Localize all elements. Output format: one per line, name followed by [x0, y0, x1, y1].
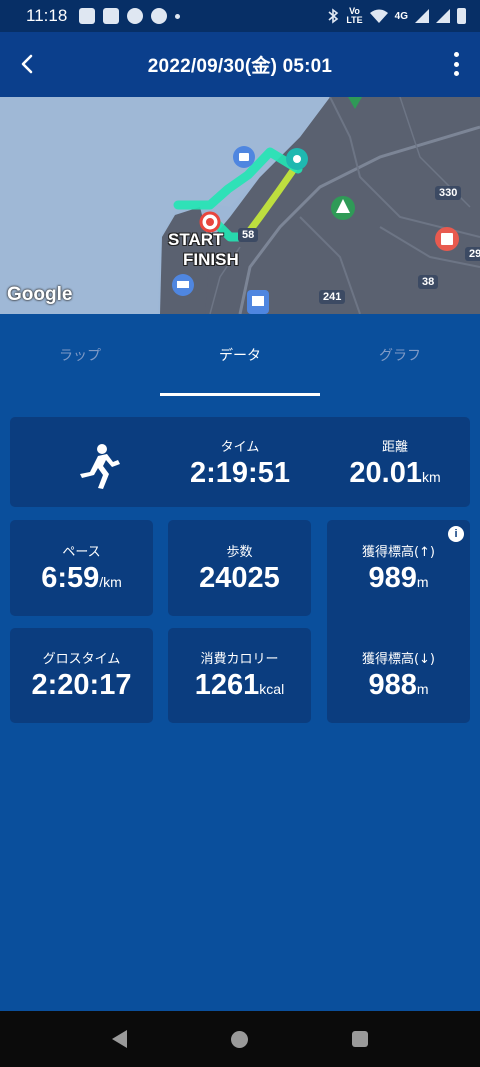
elevation-down-value: 988m — [327, 669, 470, 702]
park-pin-icon — [331, 196, 355, 220]
cart-pin-icon — [172, 274, 194, 296]
elevation-down-unit: m — [416, 681, 429, 697]
google-logo: Google — [7, 284, 73, 305]
distance-number: 20.01 — [349, 457, 422, 489]
distance-label: 距離 — [381, 440, 408, 455]
more-vert-icon[interactable] — [452, 52, 460, 76]
calories-unit: kcal — [259, 681, 285, 697]
nav-home-icon[interactable] — [231, 1030, 248, 1048]
shopping-pin-icon — [233, 146, 255, 168]
pace-card: ペース 6:59/km — [10, 520, 153, 616]
battery-icon — [457, 8, 466, 24]
steps-card: 歩数 24025 — [168, 520, 311, 616]
system-nav-bar — [0, 1011, 480, 1067]
tab-graph[interactable]: グラフ — [320, 314, 480, 396]
chevron-left-icon[interactable] — [14, 50, 42, 78]
start-label: START — [168, 230, 224, 249]
distance-unit: km — [421, 469, 441, 485]
elevation-up-unit: m — [416, 574, 429, 590]
steps-value: 24025 — [199, 562, 280, 594]
distance-value: 20.01km — [320, 457, 470, 490]
tab-laps[interactable]: ラップ — [0, 314, 160, 396]
pace-unit: /km — [99, 574, 122, 590]
bus-pin-icon — [247, 290, 269, 314]
pace-number: 6:59 — [41, 562, 100, 594]
road-label: 38 — [418, 275, 439, 289]
calories-card: 消費カロリー 1261kcal — [168, 628, 311, 723]
hospital-pin-icon — [435, 227, 459, 251]
volte-bottom: LTE — [346, 15, 363, 25]
signal-icon — [415, 9, 429, 23]
network-type: 4G — [394, 10, 408, 22]
runner-icon — [80, 444, 120, 489]
elevation-up-value: 989m — [327, 562, 470, 595]
road-label: 58 — [238, 228, 259, 242]
facebook-icon — [103, 8, 120, 24]
bluetooth-icon — [328, 8, 339, 24]
tab-data[interactable]: データ — [160, 314, 320, 396]
nav-recents-icon[interactable] — [352, 1031, 368, 1047]
page-title: 2022/09/30(金) 05:01 — [147, 56, 333, 77]
elevation-down-number: 988 — [368, 669, 417, 701]
calories-number: 1261 — [194, 669, 260, 701]
time-label: タイム — [220, 440, 260, 455]
nav-back-icon[interactable] — [112, 1030, 127, 1048]
gross-time-value: 2:20:17 — [31, 669, 132, 701]
summary-card: タイム 2:19:51 距離 20.01km — [10, 417, 470, 507]
gross-time-label: グロスタイム — [42, 652, 121, 667]
pace-value: 6:59/km — [10, 562, 153, 595]
elevation-up-number: 989 — [368, 562, 417, 594]
status-bar: 11:18 Vo LTE 4G — [0, 0, 480, 32]
gross-time-card: グロスタイム 2:20:17 — [10, 628, 153, 723]
route-map[interactable]: 58 330 241 38 29 START FINISH Google — [0, 97, 480, 314]
pace-label: ペース — [62, 545, 101, 560]
place-pin-icon — [286, 148, 308, 170]
chrome-icon — [151, 8, 168, 24]
dot-icon — [175, 13, 181, 19]
line-icon — [79, 8, 96, 24]
elevation-card: i 獲得標高(↑) 989m 獲得標高(↓) 988m — [327, 520, 470, 723]
tab-bar: ラップ データ グラフ — [0, 314, 480, 396]
road-label: 330 — [435, 186, 462, 200]
signal-icon-2 — [436, 9, 450, 23]
finish-label: FINISH — [183, 250, 239, 269]
calories-value: 1261kcal — [168, 669, 311, 702]
info-icon[interactable]: i — [448, 526, 464, 542]
steps-label: 歩数 — [226, 545, 253, 560]
status-time: 11:18 — [26, 6, 68, 25]
map-canvas — [0, 97, 480, 314]
chrome-icon — [127, 8, 144, 24]
elevation-up-label: 獲得標高(↑) — [361, 545, 436, 560]
road-label: 241 — [319, 290, 346, 304]
app-bar: 2022/09/30(金) 05:01 — [0, 32, 480, 97]
volte-icon: Vo LTE — [346, 7, 362, 25]
elevation-down-label: 獲得標高(↓) — [361, 652, 436, 667]
calories-label: 消費カロリー — [200, 652, 279, 667]
road-label: 29 — [465, 247, 480, 261]
wifi-icon — [369, 9, 388, 23]
time-value: 2:19:51 — [190, 457, 290, 489]
